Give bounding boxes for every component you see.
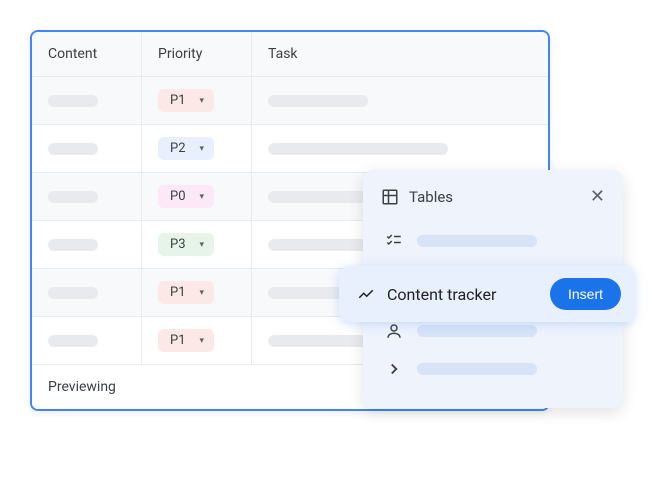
cell-content[interactable] — [32, 221, 142, 268]
chevron-down-icon: ▾ — [200, 144, 205, 154]
popup-title: Tables — [409, 188, 453, 206]
popup-header: Tables ✕ — [381, 188, 605, 206]
tables-popup: Tables ✕ Content tracker Insert — [363, 170, 623, 408]
cell-content[interactable] — [32, 173, 142, 220]
column-header-task[interactable]: Task — [252, 32, 548, 76]
table-row[interactable]: P1 ▾ — [32, 77, 548, 125]
column-header-priority[interactable]: Priority — [142, 32, 252, 76]
table-header-row: Content Priority Task — [32, 32, 548, 77]
popup-item-checklist[interactable] — [381, 222, 605, 260]
placeholder-text — [48, 191, 98, 203]
placeholder-text — [268, 191, 368, 203]
placeholder-text — [48, 287, 98, 299]
priority-label: P2 — [170, 141, 186, 156]
cell-priority[interactable]: P3 ▾ — [142, 221, 252, 268]
checklist-icon — [385, 232, 403, 250]
placeholder-text — [268, 143, 448, 155]
placeholder-text — [48, 143, 98, 155]
chevron-right-icon — [385, 360, 403, 378]
person-icon — [385, 322, 403, 340]
placeholder-text — [268, 95, 368, 107]
chevron-down-icon: ▾ — [200, 336, 205, 346]
popup-item-more[interactable] — [381, 350, 605, 388]
priority-label: P3 — [170, 237, 186, 252]
column-header-content[interactable]: Content — [32, 32, 142, 76]
popup-item-label: Content tracker — [387, 285, 538, 304]
cell-priority[interactable]: P1 ▾ — [142, 269, 252, 316]
placeholder-text — [417, 363, 537, 375]
priority-label: P1 — [170, 285, 186, 300]
table-row[interactable]: P2 ▾ — [32, 125, 548, 173]
insert-button[interactable]: Insert — [550, 278, 621, 310]
cell-content[interactable] — [32, 77, 142, 124]
close-icon[interactable]: ✕ — [590, 188, 605, 206]
cell-priority[interactable]: P2 ▾ — [142, 125, 252, 172]
cell-content[interactable] — [32, 269, 142, 316]
priority-label: P1 — [170, 333, 186, 348]
placeholder-text — [417, 325, 537, 337]
cell-priority[interactable]: P0 ▾ — [142, 173, 252, 220]
cell-task[interactable] — [252, 77, 548, 124]
priority-chip[interactable]: P1 ▾ — [158, 89, 214, 112]
chevron-down-icon: ▾ — [200, 96, 205, 106]
chevron-down-icon: ▾ — [200, 240, 205, 250]
priority-chip[interactable]: P2 ▾ — [158, 137, 214, 160]
priority-label: P0 — [170, 189, 186, 204]
popup-item-content-tracker[interactable]: Content tracker Insert — [339, 266, 635, 322]
cell-content[interactable] — [32, 125, 142, 172]
placeholder-text — [48, 239, 98, 251]
cell-priority[interactable]: P1 ▾ — [142, 77, 252, 124]
cell-content[interactable] — [32, 317, 142, 364]
priority-chip[interactable]: P1 ▾ — [158, 281, 214, 304]
priority-chip[interactable]: P1 ▾ — [158, 329, 214, 352]
popup-title-group: Tables — [381, 188, 453, 206]
placeholder-text — [48, 95, 98, 107]
cell-task[interactable] — [252, 125, 548, 172]
cell-priority[interactable]: P1 ▾ — [142, 317, 252, 364]
trend-icon — [357, 285, 375, 303]
placeholder-text — [417, 235, 537, 247]
table-icon — [381, 188, 399, 206]
priority-chip[interactable]: P0 ▾ — [158, 185, 214, 208]
priority-label: P1 — [170, 93, 186, 108]
chevron-down-icon: ▾ — [200, 192, 205, 202]
priority-chip[interactable]: P3 ▾ — [158, 233, 214, 256]
placeholder-text — [48, 335, 98, 347]
chevron-down-icon: ▾ — [200, 288, 205, 298]
